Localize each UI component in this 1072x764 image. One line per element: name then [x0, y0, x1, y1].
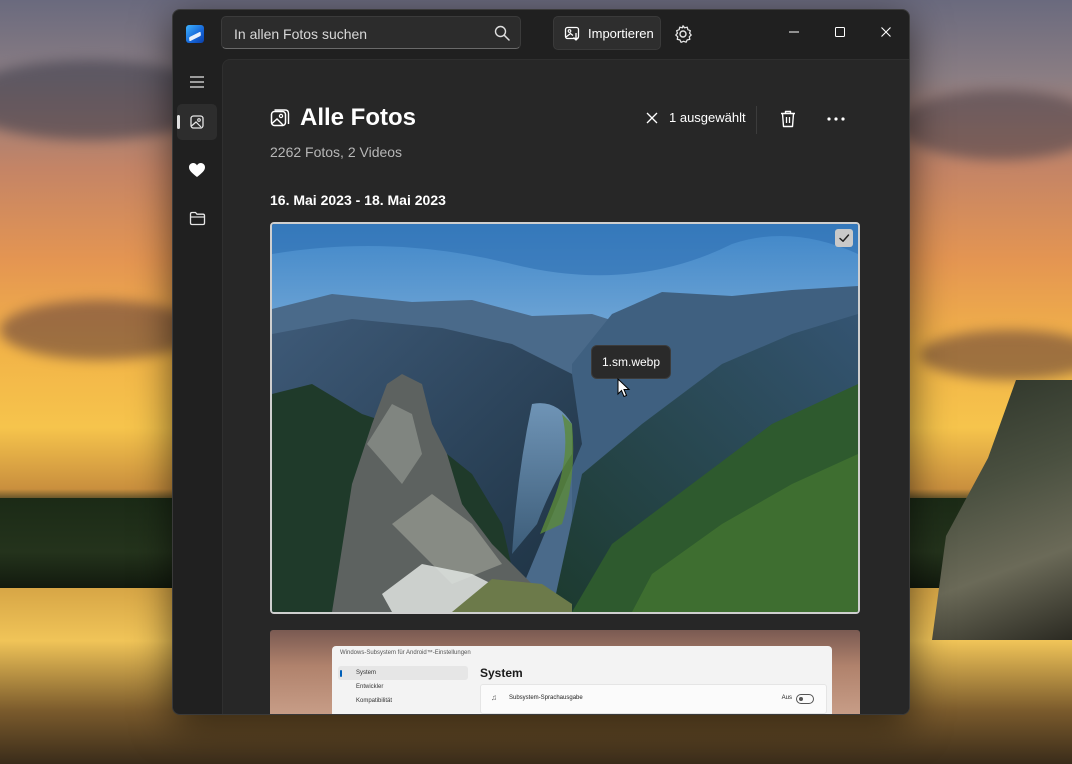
- desktop-cloud: [900, 90, 1072, 160]
- heart-icon: [189, 163, 205, 177]
- close-icon: [881, 27, 891, 37]
- clear-selection-button[interactable]: 1 ausgewählt: [645, 110, 746, 125]
- search-icon[interactable]: [494, 25, 510, 41]
- sidebar-item-favorites[interactable]: [177, 152, 217, 188]
- sidebar: [173, 58, 221, 714]
- more-options-icon[interactable]: [825, 108, 847, 130]
- import-button[interactable]: Importieren: [553, 16, 661, 50]
- maximize-icon: [835, 27, 845, 37]
- close-button[interactable]: [863, 16, 909, 48]
- fjord-landscape-image: [272, 224, 858, 612]
- selection-count: 1 ausgewählt: [669, 110, 746, 125]
- speech-icon: ♫: [491, 693, 497, 702]
- sidebar-menu-button[interactable]: [177, 64, 217, 100]
- minimize-icon: [789, 31, 799, 33]
- screenshot-row-value: Aus: [781, 695, 792, 701]
- settings-gear-icon[interactable]: [673, 24, 693, 44]
- photo-thumbnail-selected[interactable]: 1.sm.webp: [270, 222, 860, 614]
- folder-icon: [189, 211, 205, 225]
- import-icon: [564, 26, 580, 41]
- app-logo-icon: [186, 25, 204, 43]
- photos-title-icon: [270, 109, 290, 127]
- minimize-button[interactable]: [771, 16, 817, 48]
- titlebar[interactable]: Importieren: [173, 10, 909, 58]
- selected-checkbox[interactable]: [835, 229, 853, 247]
- screenshot-nav: System Entwickler Kompatibilität: [338, 666, 468, 708]
- main-content: Alle Fotos 2262 Fotos, 2 Videos 1 ausgew…: [222, 59, 909, 714]
- screenshot-heading: System: [480, 666, 523, 680]
- search-input[interactable]: [232, 17, 486, 50]
- toggle-icon: [796, 694, 814, 704]
- hamburger-icon: [190, 76, 204, 88]
- screenshot-setting-row: ♫ Subsystem-Sprachausgabe Aus: [480, 684, 827, 714]
- photos-icon: [190, 115, 204, 129]
- active-indicator: [177, 115, 180, 129]
- screenshot-nav-item: System: [338, 666, 468, 680]
- import-label: Importieren: [588, 25, 654, 41]
- search-box[interactable]: [221, 16, 521, 50]
- screenshot-nav-item: Entwickler: [356, 684, 384, 690]
- screenshot-nav-item: Kompatibilität: [356, 698, 393, 704]
- mouse-cursor-icon: [617, 378, 631, 398]
- screenshot-row-label: Subsystem-Sprachausgabe: [509, 695, 583, 701]
- settings-screenshot-image: Windows-Subsystem für Android™-Einstellu…: [332, 646, 832, 714]
- sidebar-item-folders[interactable]: [177, 200, 217, 236]
- sidebar-item-all-photos[interactable]: [177, 104, 217, 140]
- photo-thumbnail[interactable]: Windows-Subsystem für Android™-Einstellu…: [270, 630, 860, 714]
- desktop-cloud: [920, 330, 1072, 380]
- checkmark-icon: [839, 234, 850, 242]
- trash-icon[interactable]: [777, 108, 799, 130]
- photos-window: Importieren: [172, 9, 910, 715]
- screenshot-window-title: Windows-Subsystem für Android™-Einstellu…: [340, 650, 471, 656]
- date-range-heading: 16. Mai 2023 - 18. Mai 2023: [270, 192, 446, 208]
- close-icon: [646, 112, 658, 123]
- filename-tooltip: 1.sm.webp: [591, 345, 672, 379]
- page-title: Alle Fotos: [300, 104, 417, 131]
- toolbar-divider: [756, 106, 757, 134]
- photo-count: 2262 Fotos, 2 Videos: [270, 144, 403, 160]
- desktop-cloud: [0, 300, 200, 360]
- maximize-button[interactable]: [817, 16, 863, 48]
